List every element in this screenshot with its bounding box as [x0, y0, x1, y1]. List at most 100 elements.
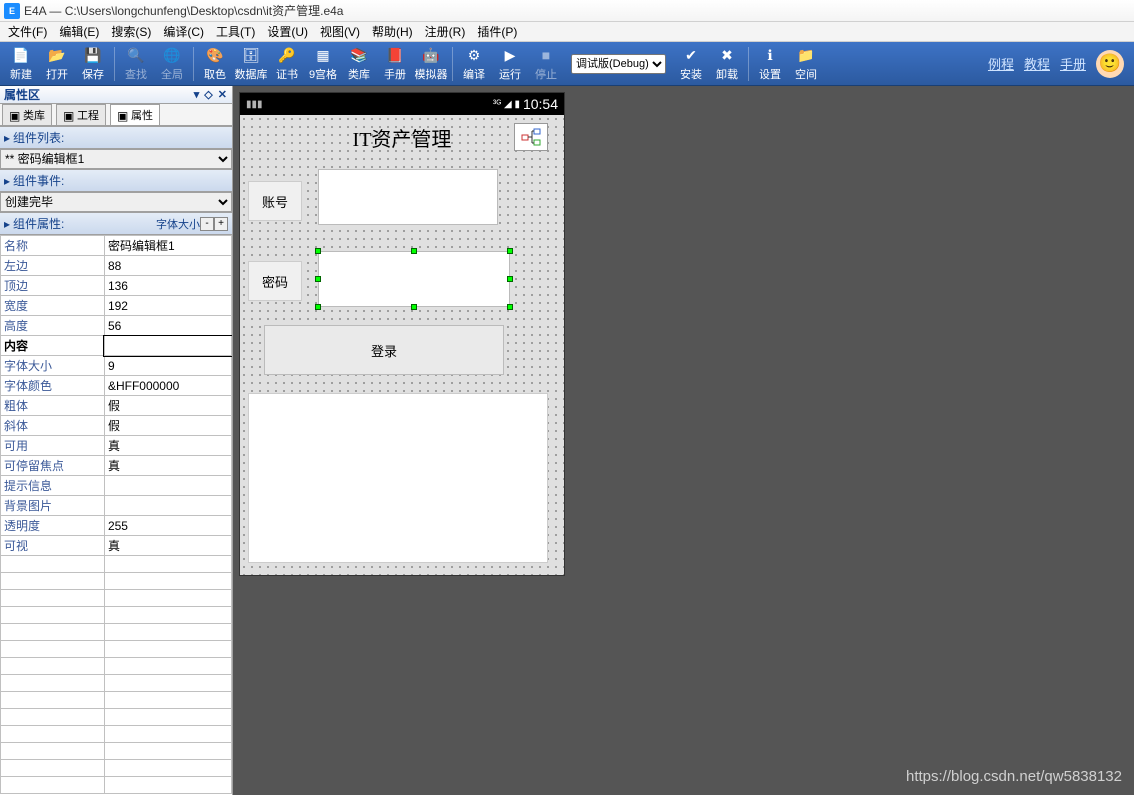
prop-value[interactable]: 真	[104, 436, 231, 456]
prop-row-empty	[1, 692, 232, 709]
selection-handle[interactable]	[507, 276, 513, 282]
link-例程[interactable]: 例程	[988, 54, 1014, 73]
prop-row[interactable]: 高度56	[1, 316, 232, 336]
tree-icon-button[interactable]	[514, 123, 548, 151]
tool-数据库[interactable]: 🗄数据库	[234, 44, 268, 84]
selection-handle[interactable]	[411, 304, 417, 310]
menu-item[interactable]: 设置(U)	[261, 21, 314, 42]
link-教程[interactable]: 教程	[1024, 54, 1050, 73]
tab-类库[interactable]: ▣类库	[2, 104, 52, 125]
tool-设置[interactable]: ℹ设置	[753, 44, 787, 84]
prop-value[interactable]: 9	[104, 356, 231, 376]
component-list-header: ▸ 组件列表:	[0, 126, 232, 149]
menu-item[interactable]: 插件(P)	[471, 21, 523, 42]
prop-row[interactable]: 字体颜色&HFF000000	[1, 376, 232, 396]
prop-row[interactable]: 顶边136	[1, 276, 232, 296]
tab-属性[interactable]: ▣属性	[110, 104, 160, 125]
prop-row[interactable]: 左边88	[1, 256, 232, 276]
tool-保存[interactable]: 💾保存	[76, 44, 110, 84]
event-select[interactable]: 创建完毕	[0, 192, 232, 212]
prop-row[interactable]: 字体大小9	[1, 356, 232, 376]
prop-value[interactable]: 真	[104, 536, 231, 556]
prop-row[interactable]: 背景图片	[1, 496, 232, 516]
prop-row[interactable]: 提示信息	[1, 476, 232, 496]
tool-打开[interactable]: 📂打开	[40, 44, 74, 84]
menu-item[interactable]: 注册(R)	[419, 21, 472, 42]
prop-value[interactable]: 255	[104, 516, 231, 536]
expand-icon[interactable]: ▸	[4, 131, 10, 145]
tool-取色[interactable]: 🎨取色	[198, 44, 232, 84]
selection-handle[interactable]	[315, 248, 321, 254]
account-input[interactable]	[318, 169, 498, 225]
tab-工程[interactable]: ▣工程	[56, 104, 106, 125]
prop-row[interactable]: 粗体假	[1, 396, 232, 416]
prop-value[interactable]: 密码编辑框1	[104, 236, 231, 256]
prop-row[interactable]: 斜体假	[1, 416, 232, 436]
tool-卸载[interactable]: ✖卸载	[710, 44, 744, 84]
minus-button[interactable]: -	[200, 217, 214, 231]
tool-停止: ■停止	[529, 44, 563, 84]
tool-icon: 💾	[83, 45, 103, 65]
build-mode-select[interactable]: 调试版(Debug)	[571, 54, 666, 74]
prop-value[interactable]	[104, 496, 231, 516]
password-input[interactable]	[318, 251, 510, 307]
font-size-stepper[interactable]: - +	[200, 217, 228, 231]
plus-button[interactable]: +	[214, 217, 228, 231]
link-手册[interactable]: 手册	[1060, 54, 1086, 73]
menu-item[interactable]: 文件(F)	[2, 21, 53, 42]
tool-手册[interactable]: 📕手册	[378, 44, 412, 84]
tool-icon: 🗄	[241, 45, 261, 65]
panel-controls[interactable]: ▾ ◇ ✕	[194, 88, 228, 101]
prop-row[interactable]: 透明度255	[1, 516, 232, 536]
expand-icon[interactable]: ▸	[4, 174, 10, 188]
menu-item[interactable]: 视图(V)	[314, 21, 366, 42]
avatar[interactable]: 🙂	[1096, 50, 1124, 78]
prop-value[interactable]: &HFF000000	[104, 376, 231, 396]
prop-value[interactable]	[104, 336, 231, 356]
prop-value[interactable]: 假	[104, 396, 231, 416]
prop-row[interactable]: 可停留焦点真	[1, 456, 232, 476]
tool-icon: 🎨	[205, 45, 225, 65]
tool-空间[interactable]: 📁空间	[789, 44, 823, 84]
prop-row[interactable]: 内容	[1, 336, 232, 356]
selection-handle[interactable]	[315, 276, 321, 282]
prop-value[interactable]: 56	[104, 316, 231, 336]
prop-value[interactable]: 假	[104, 416, 231, 436]
tool-编译[interactable]: ⚙编译	[457, 44, 491, 84]
menu-item[interactable]: 编译(C)	[157, 21, 210, 42]
tool-label: 模拟器	[415, 66, 448, 82]
tool-icon: ✖	[717, 45, 737, 65]
prop-key: 字体颜色	[1, 376, 105, 396]
prop-value[interactable]: 192	[104, 296, 231, 316]
component-select[interactable]: ** 密码编辑框1	[0, 149, 232, 169]
prop-row[interactable]: 宽度192	[1, 296, 232, 316]
tool-类库[interactable]: 📚类库	[342, 44, 376, 84]
selection-handle[interactable]	[507, 304, 513, 310]
selection-handle[interactable]	[507, 248, 513, 254]
tool-证书[interactable]: 🔑证书	[270, 44, 304, 84]
tool-9宫格[interactable]: ▦9宫格	[306, 44, 340, 84]
prop-value[interactable]: 136	[104, 276, 231, 296]
selection-handle[interactable]	[411, 248, 417, 254]
menu-item[interactable]: 工具(T)	[210, 21, 261, 42]
menu-item[interactable]: 编辑(E)	[53, 21, 105, 42]
selection-handle[interactable]	[315, 304, 321, 310]
prop-value[interactable]: 88	[104, 256, 231, 276]
tool-新建[interactable]: 📄新建	[4, 44, 38, 84]
prop-value[interactable]	[104, 476, 231, 496]
tool-安装[interactable]: ✔安装	[674, 44, 708, 84]
expand-icon[interactable]: ▸	[4, 217, 10, 231]
content-box[interactable]	[248, 393, 548, 563]
tool-运行[interactable]: ▶运行	[493, 44, 527, 84]
menu-item[interactable]: 搜索(S)	[105, 21, 157, 42]
tool-icon: ■	[536, 45, 556, 65]
prop-row[interactable]: 名称密码编辑框1	[1, 236, 232, 256]
prop-value[interactable]: 真	[104, 456, 231, 476]
phone-body[interactable]: IT资产管理 账号 密码 登录	[240, 115, 564, 575]
tool-label: 卸载	[716, 66, 738, 82]
tool-模拟器[interactable]: 🤖模拟器	[414, 44, 448, 84]
prop-row[interactable]: 可用真	[1, 436, 232, 456]
login-button[interactable]: 登录	[264, 325, 504, 375]
prop-row[interactable]: 可视真	[1, 536, 232, 556]
menu-item[interactable]: 帮助(H)	[366, 21, 419, 42]
